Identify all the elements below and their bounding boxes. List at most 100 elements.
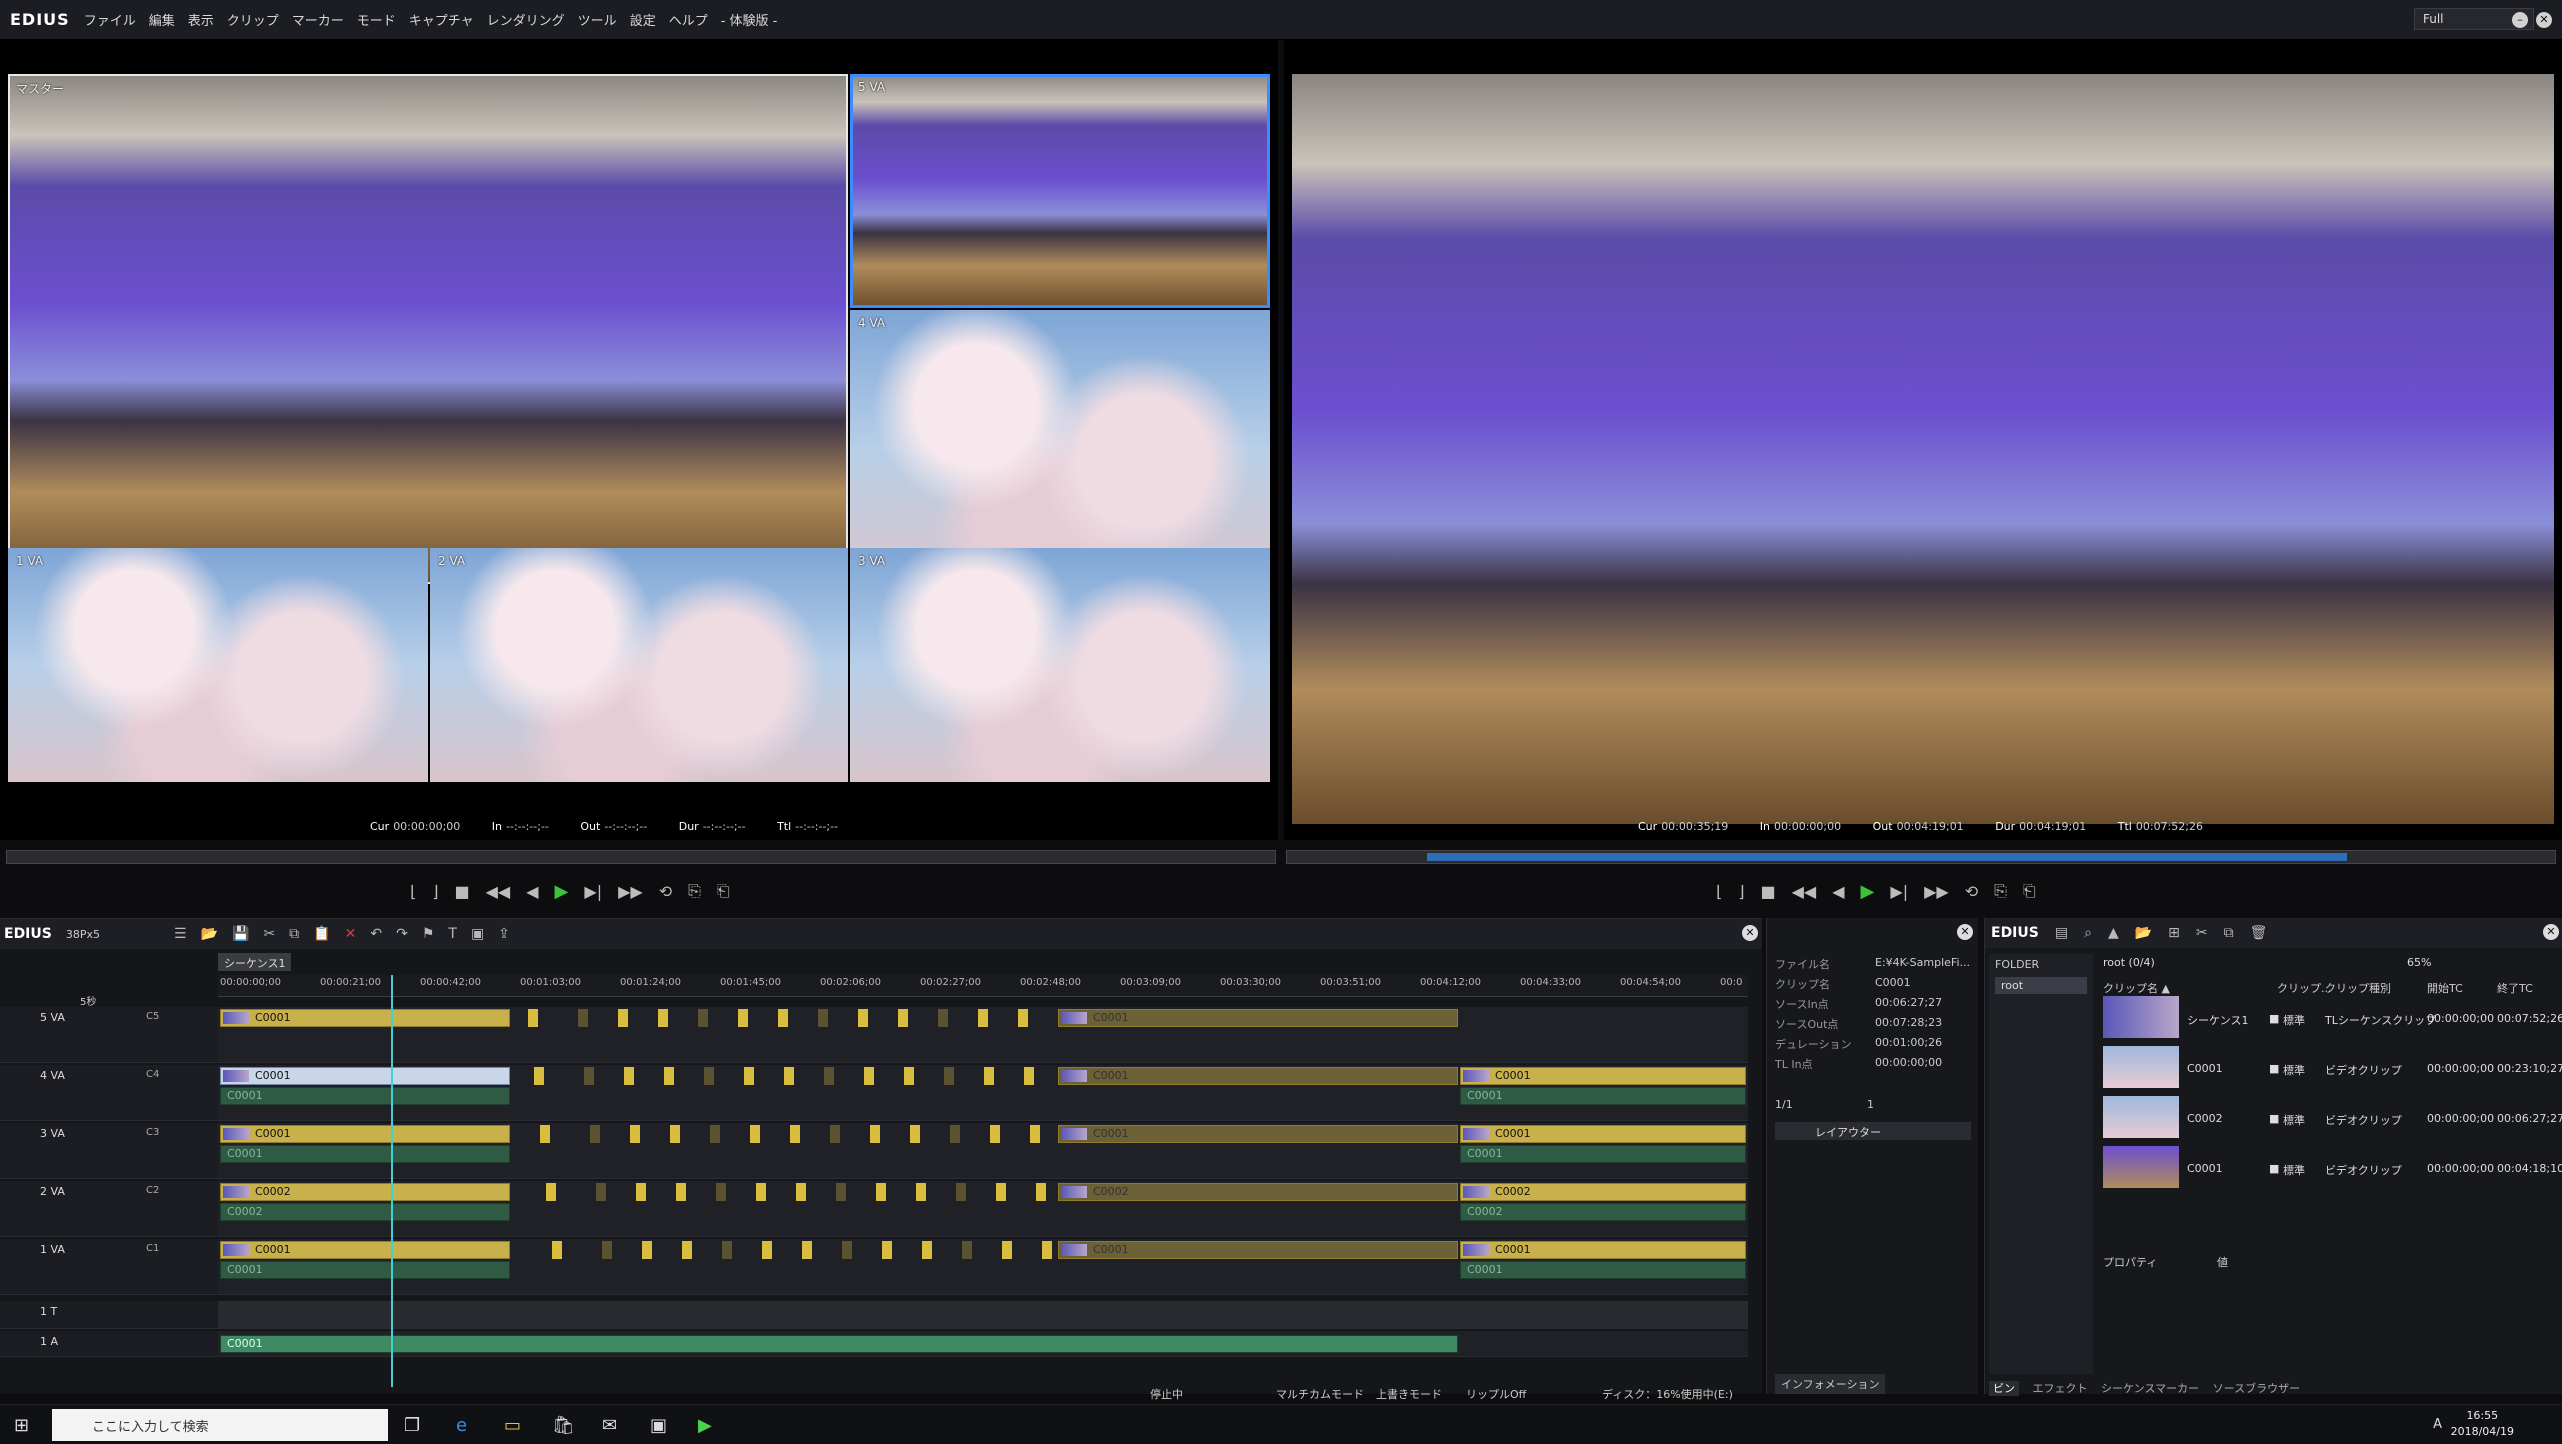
stop-button[interactable]: ■ [1761, 882, 1776, 901]
menu-view[interactable]: 表示 [188, 10, 214, 29]
store-icon[interactable]: 🛍 [552, 1415, 575, 1436]
tab-effect[interactable]: エフェクト [2033, 1382, 2088, 1395]
multicam-cut[interactable] [996, 1183, 1006, 1201]
rewind-button[interactable]: ◀◀ [1792, 882, 1817, 901]
multicam-cut[interactable] [904, 1067, 914, 1085]
audio-clip[interactable]: C0001 [220, 1261, 510, 1279]
multicam-cut[interactable] [796, 1183, 806, 1201]
multicam-cut[interactable] [1036, 1183, 1046, 1201]
track-header[interactable]: 3 VA C3 [0, 1123, 218, 1179]
multicam-cut[interactable] [618, 1009, 628, 1027]
paste-icon[interactable]: 📋 [313, 926, 330, 942]
multicam-cut[interactable] [546, 1183, 556, 1201]
up-folder-icon[interactable]: ▲ [2108, 925, 2119, 941]
open-clip-icon[interactable]: 📂 [2135, 925, 2152, 941]
multicam-cut[interactable] [722, 1241, 732, 1259]
multicam-cut[interactable] [876, 1183, 886, 1201]
player-monitor[interactable]: マスター 5 VA 4 VA 1 VA 2 VA 3 VA Cur 00:00:0… [0, 40, 1278, 840]
folder-view-icon[interactable]: ▤ [2055, 925, 2068, 941]
video-clip[interactable]: C0001 [1058, 1125, 1458, 1143]
menu-settings[interactable]: 設定 [630, 10, 656, 29]
multicam-cut[interactable] [664, 1067, 674, 1085]
menu-capture[interactable]: キャプチャ [409, 10, 474, 29]
bin-clip-row[interactable]: シーケンス1 ■ 標準 TLシーケンスクリップ 00:00:00;00 00:07:52;… [2097, 994, 2562, 1042]
multicam-cut[interactable] [858, 1009, 868, 1027]
tab-bin[interactable]: ビン [1989, 1381, 2019, 1396]
taskbar-search[interactable]: ここに入力して検索 [52, 1409, 388, 1441]
multicam-cut[interactable] [990, 1125, 1000, 1143]
video-clip[interactable]: C0001 [1058, 1009, 1458, 1027]
rewind-button[interactable]: ◀◀ [486, 882, 511, 901]
master-camera-view[interactable]: マスター [8, 74, 848, 584]
multicam-cut[interactable] [778, 1009, 788, 1027]
title-icon[interactable]: T [448, 926, 457, 942]
loop-button[interactable]: ⟲ [1965, 882, 1978, 901]
audio-clip[interactable]: C0001 [220, 1145, 510, 1163]
multicam-cut[interactable] [898, 1009, 908, 1027]
multicam-cut[interactable] [916, 1183, 926, 1201]
video-clip[interactable]: C0002 [1460, 1183, 1746, 1201]
close-icon[interactable]: ✕ [2543, 924, 2559, 940]
audio-clip[interactable]: C0001 [1460, 1145, 1746, 1163]
cut-icon[interactable]: ✂ [263, 926, 275, 942]
mail-icon[interactable]: ✉ [602, 1415, 617, 1436]
clip-checkbox[interactable]: ■ [2269, 1162, 2279, 1175]
title-track-lane[interactable] [218, 1301, 1748, 1329]
thumb-zoom[interactable]: 65% [2407, 956, 2431, 969]
system-clock[interactable]: 16:55 2018/04/19 [2451, 1408, 2514, 1440]
multicam-cut[interactable] [762, 1241, 772, 1259]
export-icon[interactable]: ⇪ [498, 926, 510, 942]
set-in-button[interactable]: ⌊ [410, 882, 416, 901]
open-project-icon[interactable]: 📂 [201, 926, 218, 942]
track-header[interactable]: 1 T [0, 1301, 218, 1329]
camera-1-view[interactable]: 1 VA [8, 548, 428, 782]
camera-5-view[interactable]: 5 VA [850, 74, 1270, 308]
recorder-scrub-bar[interactable] [1286, 850, 2556, 864]
delete-icon[interactable]: 🗑 [2250, 925, 2268, 941]
menu-marker[interactable]: マーカー [292, 10, 344, 29]
multicam-cut[interactable] [552, 1241, 562, 1259]
fast-forward-button[interactable]: ▶▶ [618, 882, 643, 901]
multicam-cut[interactable] [750, 1125, 760, 1143]
zoom-level[interactable]: 5秒 [80, 993, 96, 1008]
set-out-button[interactable]: ⌋ [432, 882, 438, 901]
track-header[interactable]: 1 A [0, 1331, 218, 1357]
audio-clip[interactable]: C0002 [1460, 1203, 1746, 1221]
edius-taskbar-icon[interactable]: ▶ [698, 1415, 712, 1436]
sequence-menu-icon[interactable]: ☰ [174, 926, 187, 942]
tab-sequence-marker[interactable]: シーケンスマーカー [2101, 1382, 2199, 1395]
multicam-cut[interactable] [704, 1067, 714, 1085]
video-clip[interactable]: C0001 [220, 1125, 510, 1143]
overwrite-button[interactable]: ⎗ [717, 881, 730, 901]
track-lane[interactable]: C0002 C0002 C0002 C0002 C0002 [218, 1181, 1748, 1237]
multicam-cut[interactable] [682, 1241, 692, 1259]
step-forward-button[interactable]: ▶| [584, 882, 602, 901]
track-header[interactable]: 4 VA C4 [0, 1065, 218, 1121]
multicam-cut[interactable] [658, 1009, 668, 1027]
windows-start-icon[interactable]: ⊞ [14, 1415, 29, 1436]
multicam-cut[interactable] [910, 1125, 920, 1143]
menu-file[interactable]: ファイル [84, 10, 136, 29]
multicam-cut[interactable] [802, 1241, 812, 1259]
multicam-cut[interactable] [584, 1067, 594, 1085]
camera-2-view[interactable]: 2 VA [430, 548, 848, 782]
timeline-ruler[interactable]: 00:00:00;00 00:00:21;00 00:00:42;00 00:01:0… [218, 975, 1748, 997]
copy-icon[interactable]: ⧉ [289, 926, 299, 942]
multicam-cut[interactable] [578, 1009, 588, 1027]
menu-render[interactable]: レンダリング [487, 10, 565, 29]
menu-edit[interactable]: 編集 [149, 10, 175, 29]
multicam-cut[interactable] [978, 1009, 988, 1027]
clip-checkbox[interactable]: ■ [2269, 1062, 2279, 1075]
multicam-cut[interactable] [710, 1125, 720, 1143]
multicam-cut[interactable] [534, 1067, 544, 1085]
track-lane[interactable]: C0001 C0001 C0001 C0001 C0001 [218, 1065, 1748, 1121]
multicam-cut[interactable] [698, 1009, 708, 1027]
track-lane[interactable]: C0001 C0001 [218, 1007, 1748, 1063]
close-button[interactable]: ✕ [2536, 12, 2552, 28]
multicam-cut[interactable] [624, 1067, 634, 1085]
ime-indicator[interactable]: A [2433, 1417, 2442, 1432]
video-clip[interactable]: C0001 [220, 1067, 510, 1085]
video-clip[interactable]: C0001 [220, 1009, 510, 1027]
minimize-button[interactable]: – [2512, 12, 2528, 28]
multicam-cut[interactable] [1024, 1067, 1034, 1085]
